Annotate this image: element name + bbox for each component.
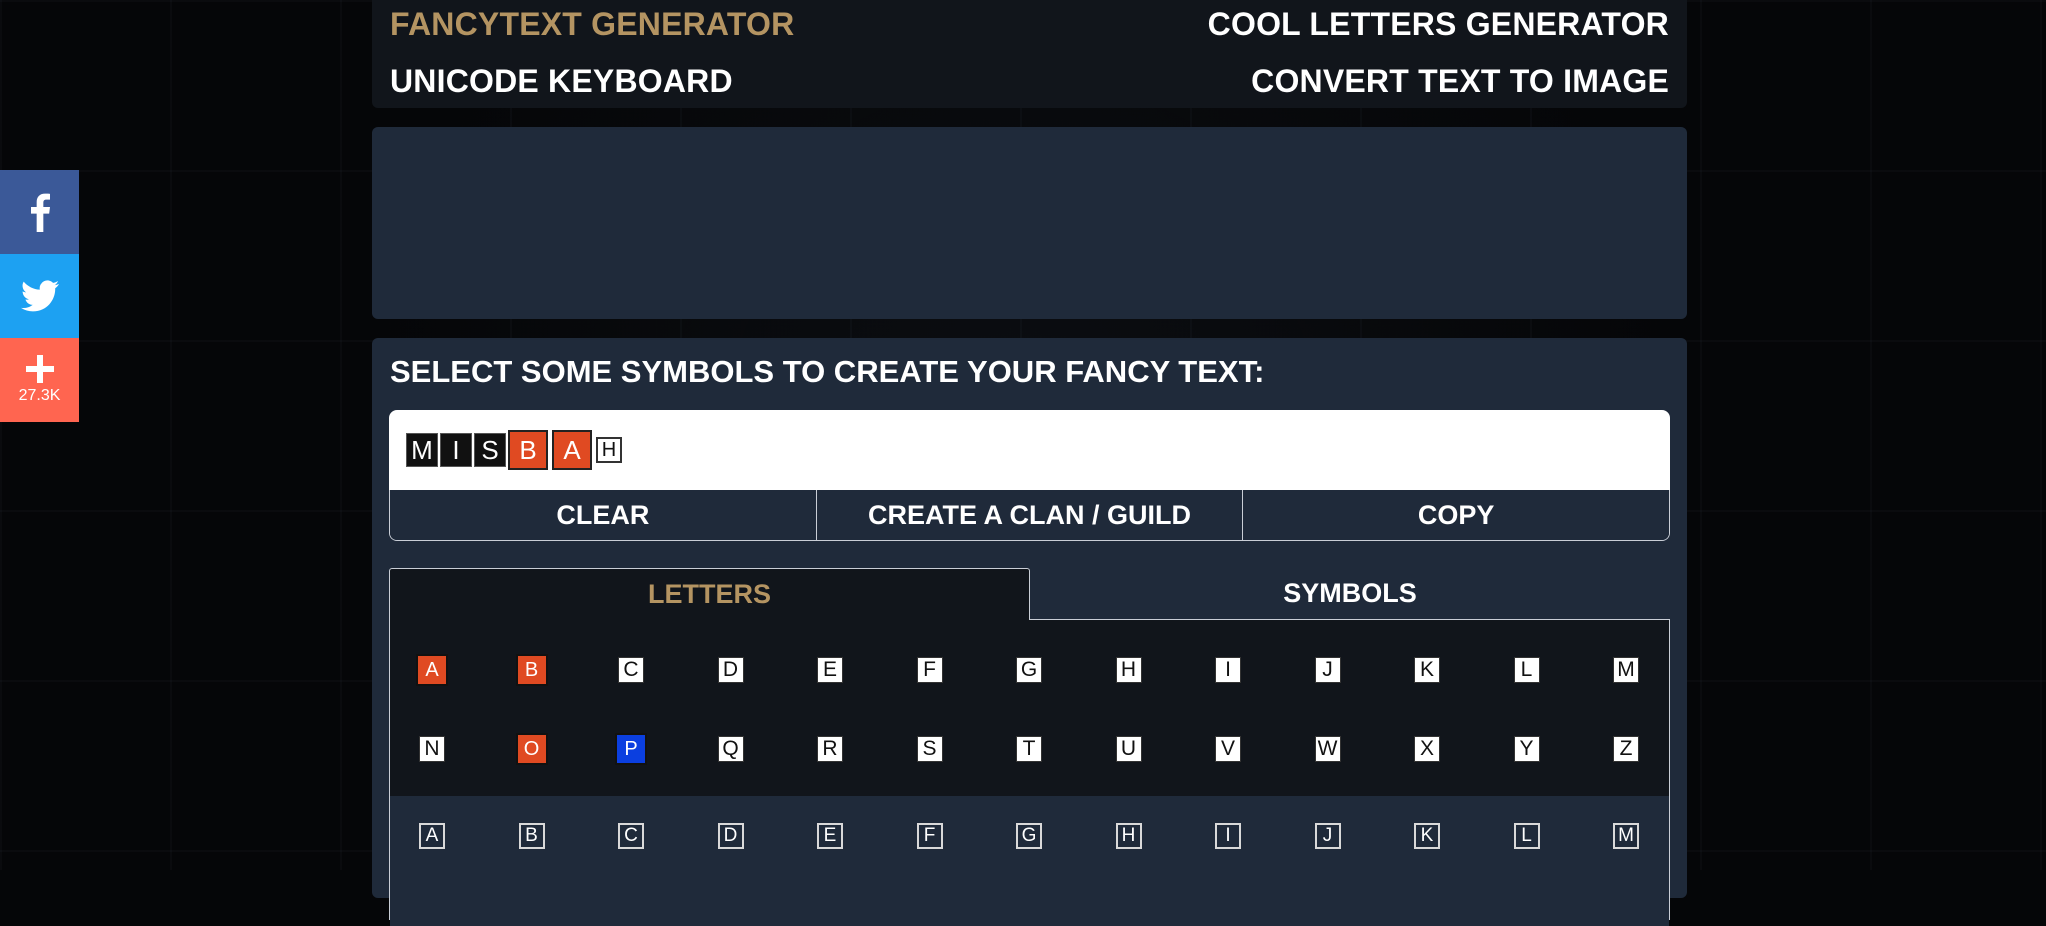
preview-glyph: A [552,430,592,470]
letter-key-i[interactable]: I [1215,823,1241,849]
facebook-share-button[interactable] [0,170,79,254]
letter-key-l[interactable]: L [1513,823,1540,849]
facebook-icon [30,193,50,232]
letter-key-c[interactable]: C [618,657,644,683]
letter-key-j[interactable]: J [1314,823,1341,849]
card-title: SELECT SOME SYMBOLS TO CREATE YOUR FANCY… [390,354,1265,389]
create-clan-guild-button[interactable]: CREATE A CLAN / GUILD [816,490,1244,540]
letter-key-j[interactable]: J [1314,657,1341,683]
letter-key-c[interactable]: C [618,823,644,849]
preview-glyph: M [406,433,438,467]
letter-key-h[interactable]: H [1115,657,1142,683]
letter-key-a[interactable]: A [419,823,445,849]
letter-key-i[interactable]: I [1215,657,1241,683]
nav-link-unicode-keyboard[interactable]: UNICODE KEYBOARD [390,63,733,100]
preview-glyph: I [440,433,472,467]
letter-key-e[interactable]: E [817,823,843,849]
letter-key-l[interactable]: L [1513,657,1540,683]
letters-panel: A B C D E F G H I J K L M N O P Q R S T U V W X Y Z A B C D E F G H I J K L M [389,620,1670,926]
fancy-text-preview[interactable]: MISBAH [389,410,1670,490]
letter-set-outlined: A B C D E F G H I J K L M [390,796,1669,926]
nav-link-fancytext-generator[interactable]: FANCYTEXT GENERATOR [390,6,794,43]
letter-key-o[interactable]: O [515,733,548,765]
action-bar: CLEAR CREATE A CLAN / GUILD COPY [389,490,1670,541]
letter-key-m[interactable]: M [1613,657,1639,683]
symbol-selector-card: SELECT SOME SYMBOLS TO CREATE YOUR FANCY… [372,338,1687,926]
preview-glyph: S [474,433,506,467]
letter-set-boxed: A B C D E F G H I J K L M N O P Q R S T U V W X Y Z [390,620,1669,796]
letter-key-w[interactable]: W [1314,736,1341,762]
nav-link-convert-text-to-image[interactable]: CONVERT TEXT TO IMAGE [1251,63,1669,100]
letter-key-d[interactable]: D [717,823,744,849]
tab-symbols[interactable]: SYMBOLS [1030,568,1670,620]
letter-key-u[interactable]: U [1115,736,1142,762]
tab-bar: LETTERS SYMBOLS [389,568,1670,620]
letter-key-g[interactable]: G [1016,657,1042,683]
letter-key-v[interactable]: V [1215,736,1241,762]
twitter-icon [20,280,59,312]
letter-key-n[interactable]: N [419,736,445,762]
preview-glyph: B [508,430,548,470]
letter-key-y[interactable]: Y [1513,736,1540,762]
letter-key-d[interactable]: D [717,657,744,683]
letter-key-p[interactable]: P [615,733,647,765]
letter-key-m[interactable]: M [1613,823,1639,849]
clear-button[interactable]: CLEAR [390,490,817,540]
letter-key-k[interactable]: K [1414,823,1440,849]
letter-key-b[interactable]: B [515,654,548,686]
more-share-button[interactable]: 27.3K [0,338,79,422]
social-share-bar: 27.3K [0,170,79,422]
letter-key-e[interactable]: E [817,657,843,683]
twitter-share-button[interactable] [0,254,79,338]
letter-key-k[interactable]: K [1414,657,1440,683]
preview-glyph: H [596,437,622,463]
letter-key-x[interactable]: X [1414,736,1440,762]
nav-link-cool-letters-generator[interactable]: COOL LETTERS GENERATOR [1208,6,1669,43]
ad-placeholder [372,127,1687,319]
letter-key-t[interactable]: T [1016,736,1042,762]
letter-key-s[interactable]: S [916,736,943,762]
letter-key-f[interactable]: F [916,657,943,683]
copy-button[interactable]: COPY [1243,490,1669,540]
plus-icon [25,355,54,383]
letter-key-g[interactable]: G [1016,823,1042,849]
letter-key-f[interactable]: F [916,823,943,849]
letter-key-h[interactable]: H [1115,823,1142,849]
letter-key-a[interactable]: A [416,654,448,686]
tab-letters[interactable]: LETTERS [389,568,1030,620]
letter-key-b[interactable]: B [518,823,545,849]
letter-key-z[interactable]: Z [1613,736,1639,762]
letter-key-r[interactable]: R [817,736,843,762]
top-nav: FANCYTEXT GENERATOR COOL LETTERS GENERAT… [372,0,1687,108]
letter-key-q[interactable]: Q [717,736,744,762]
share-count: 27.3K [18,387,61,404]
